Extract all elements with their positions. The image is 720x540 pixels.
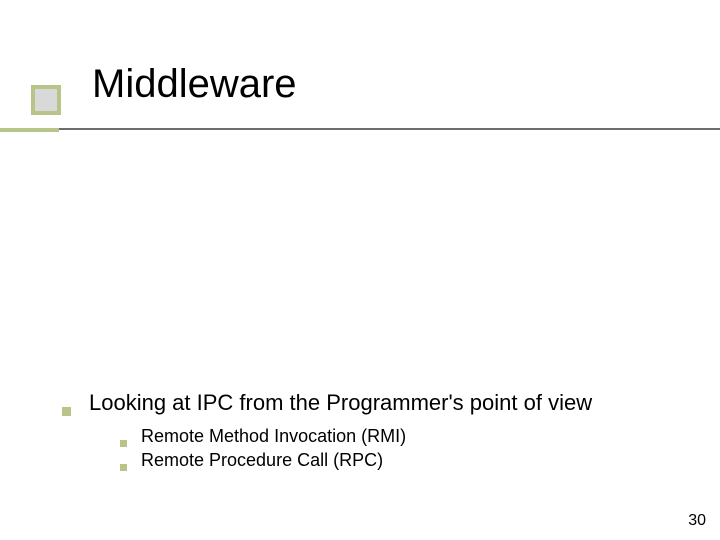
list-item-text: Remote Method Invocation (RMI)	[141, 426, 406, 447]
list-item: Remote Procedure Call (RPC)	[120, 450, 680, 471]
square-bullet-icon	[62, 407, 71, 416]
content-area: Looking at IPC from the Programmer's poi…	[62, 390, 680, 474]
page-number: 30	[688, 512, 706, 530]
title-underline	[59, 128, 720, 130]
square-bullet-icon	[120, 440, 127, 447]
slide-title: Middleware	[92, 62, 297, 107]
list-item: Looking at IPC from the Programmer's poi…	[62, 390, 680, 416]
list-item: Remote Method Invocation (RMI)	[120, 426, 680, 447]
slide-header: Middleware	[0, 0, 720, 60]
sub-list: Remote Method Invocation (RMI) Remote Pr…	[120, 426, 680, 471]
title-underline-accent	[0, 128, 59, 132]
list-item-text: Remote Procedure Call (RPC)	[141, 450, 383, 471]
list-item-text: Looking at IPC from the Programmer's poi…	[89, 390, 592, 416]
square-bullet-icon	[120, 464, 127, 471]
title-bullet-icon	[31, 85, 61, 115]
